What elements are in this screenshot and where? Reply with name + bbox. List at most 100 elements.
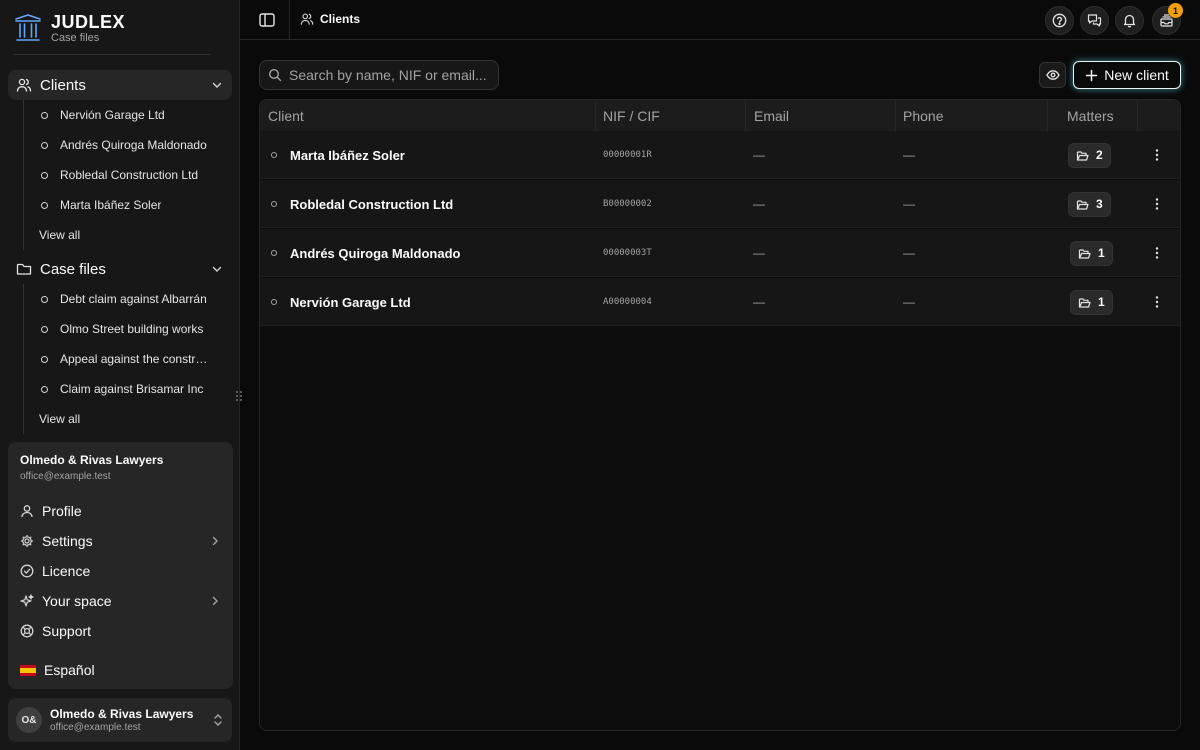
sidebar-item-label: Marta Ibáñez Soler: [60, 198, 162, 212]
client-phone: —: [903, 197, 915, 211]
case-files-submenu: Debt claim against Albarrán Olmo Street …: [23, 284, 218, 434]
matters-count: 3: [1096, 197, 1103, 211]
badge-check-icon: [20, 564, 34, 578]
client-name[interactable]: Nervión Garage Ltd: [290, 295, 411, 310]
menu-item-your-space[interactable]: Your space: [12, 586, 229, 616]
bullet-icon: [41, 111, 48, 119]
menu-item-label: Licence: [42, 563, 91, 579]
sidebar-item-label: Olmo Street building works: [60, 322, 204, 336]
table-row[interactable]: Nervión Garage Ltd A00000004 — — 1: [260, 278, 1180, 326]
column-header-matters[interactable]: Matters: [1059, 100, 1137, 132]
bullet-icon: [41, 141, 48, 149]
sidebar-group-label: Case files: [40, 260, 106, 278]
table-row[interactable]: Marta Ibáñez Soler 00000001R — — 2: [260, 131, 1180, 179]
client-name[interactable]: Marta Ibáñez Soler: [290, 148, 405, 163]
more-vertical-icon[interactable]: [1149, 245, 1165, 261]
sidebar-item-label: Appeal against the construction: [60, 352, 208, 366]
sidebar-case-item[interactable]: Olmo Street building works: [24, 314, 218, 344]
topbar: Clients 1: [240, 0, 1200, 40]
search-input[interactable]: [289, 67, 490, 83]
client-phone: —: [903, 295, 915, 309]
more-vertical-icon[interactable]: [1149, 147, 1165, 163]
client-nif: 00000003T: [603, 248, 652, 258]
account-switcher[interactable]: O& Olmedo & Rivas Lawyers office@example…: [8, 698, 232, 742]
case-files-view-all-link[interactable]: View all: [24, 404, 218, 434]
sidebar-item-label: Nervión Garage Ltd: [60, 108, 165, 122]
sidebar-client-item[interactable]: Marta Ibáñez Soler: [24, 190, 218, 220]
brand[interactable]: JUDLEX Case files: [14, 10, 125, 46]
toggle-visibility-button[interactable]: [1039, 62, 1066, 88]
chevrons-up-down-icon: [212, 713, 224, 727]
matters-count-button[interactable]: 1: [1070, 289, 1113, 315]
avatar: O&: [16, 707, 42, 733]
chevron-right-icon: [209, 595, 221, 607]
notifications-button[interactable]: [1115, 6, 1144, 35]
bullet-icon: [41, 385, 48, 393]
sidebar-client-item[interactable]: Andrés Quiroga Maldonado: [24, 130, 218, 160]
table-row[interactable]: Robledal Construction Ltd B00000002 — — …: [260, 180, 1180, 228]
sidebar-toggle-icon[interactable]: [258, 11, 276, 29]
client-email: —: [753, 295, 765, 309]
matters-count: 2: [1096, 148, 1103, 162]
client-phone: —: [903, 148, 915, 162]
search-icon: [268, 68, 282, 82]
notification-count-badge: 1: [1168, 3, 1183, 18]
sidebar-group-case-files[interactable]: Case files: [8, 254, 232, 284]
matters-count-button[interactable]: 2: [1068, 142, 1111, 168]
sparkles-icon: [20, 594, 34, 608]
messages-button[interactable]: [1080, 6, 1109, 35]
language-label: Español: [44, 662, 95, 678]
folder-open-icon: [1078, 296, 1091, 309]
column-header-nif[interactable]: NIF / CIF: [595, 100, 745, 132]
bullet-icon: [41, 325, 48, 333]
table-row[interactable]: Andrés Quiroga Maldonado 00000003T — — 1: [260, 229, 1180, 277]
sidebar-case-item[interactable]: Debt claim against Albarrán: [24, 284, 218, 314]
client-email: —: [753, 197, 765, 211]
more-vertical-icon[interactable]: [1149, 196, 1165, 212]
sidebar-case-item[interactable]: Claim against Brisamar Inc: [24, 374, 218, 404]
menu-item-label: Profile: [42, 503, 82, 519]
column-header-client[interactable]: Client: [260, 100, 595, 132]
matters-count-button[interactable]: 3: [1068, 191, 1111, 217]
column-divider: [1047, 100, 1048, 132]
client-name[interactable]: Andrés Quiroga Maldonado: [290, 246, 460, 261]
folder-open-icon: [1078, 247, 1091, 260]
inbox-button[interactable]: 1: [1152, 3, 1183, 35]
bullet-icon: [271, 299, 277, 305]
menu-item-label: Settings: [42, 533, 93, 549]
lifebuoy-icon: [20, 624, 34, 638]
menu-item-language[interactable]: Español: [12, 655, 229, 685]
search-box[interactable]: [259, 60, 499, 90]
clients-view-all-link[interactable]: View all: [24, 220, 218, 250]
client-name[interactable]: Robledal Construction Ltd: [290, 197, 453, 212]
sidebar-item-label: Robledal Construction Ltd: [60, 168, 199, 182]
client-nif: A00000004: [603, 297, 652, 307]
bullet-icon: [41, 201, 48, 209]
columns-logo-icon: [14, 13, 42, 43]
grip-vertical-icon[interactable]: [234, 389, 244, 403]
client-nif: 00000001R: [603, 150, 652, 160]
new-client-button[interactable]: New client: [1073, 61, 1181, 89]
sidebar-group-clients[interactable]: Clients: [8, 70, 232, 100]
sidebar-case-item[interactable]: Appeal against the construction: [24, 344, 218, 374]
menu-item-settings[interactable]: Settings: [12, 526, 229, 556]
menu-item-licence[interactable]: Licence: [12, 556, 229, 586]
plus-icon: [1085, 69, 1098, 82]
user-menu-popover: Olmedo & Rivas Lawyers office@example.te…: [8, 442, 233, 689]
column-header-email[interactable]: Email: [746, 100, 895, 132]
help-button[interactable]: [1045, 6, 1074, 35]
sidebar: JUDLEX Case files Clients Nervión Garage…: [0, 0, 242, 750]
matters-count-button[interactable]: 1: [1070, 240, 1113, 266]
sidebar-client-item[interactable]: Robledal Construction Ltd: [24, 160, 218, 190]
menu-item-support[interactable]: Support: [12, 616, 229, 646]
column-header-phone[interactable]: Phone: [895, 100, 1047, 132]
folder-open-icon: [1076, 198, 1089, 211]
menu-item-profile[interactable]: Profile: [12, 496, 229, 526]
more-vertical-icon[interactable]: [1149, 294, 1165, 310]
account-email: office@example.test: [50, 721, 141, 733]
chevron-down-icon: [210, 262, 224, 276]
users-icon: [300, 12, 314, 26]
eye-icon: [1045, 68, 1060, 82]
brand-subtitle: Case files: [51, 32, 100, 44]
sidebar-client-item[interactable]: Nervión Garage Ltd: [24, 100, 218, 130]
